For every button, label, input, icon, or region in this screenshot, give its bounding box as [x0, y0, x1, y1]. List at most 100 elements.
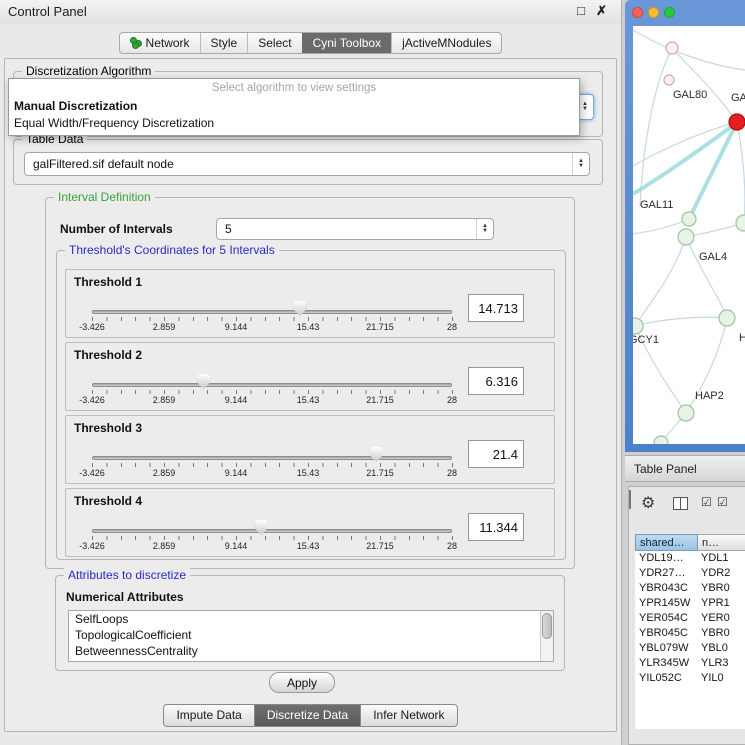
spinner-arrows-icon	[572, 153, 589, 175]
slider-track[interactable]	[92, 310, 452, 314]
table-row[interactable]: YPR145WYPR1	[635, 596, 745, 611]
network-edge[interactable]	[633, 30, 745, 70]
network-edge[interactable]	[686, 223, 744, 237]
table-data-combobox[interactable]: galFiltered.sif default node	[24, 152, 590, 176]
tab-select[interactable]: Select	[247, 33, 301, 53]
attribute-item-topologicalcoefficient[interactable]: TopologicalCoefficient	[69, 627, 553, 643]
close-window-icon[interactable]: ✗	[596, 3, 607, 19]
table-cell-name[interactable]: YER0	[698, 611, 745, 626]
table-row[interactable]: YER054CYER0	[635, 611, 745, 626]
table-cell-name[interactable]: YDR2	[698, 566, 745, 581]
tick-label: 28	[447, 541, 457, 551]
network-node[interactable]	[678, 405, 694, 421]
table-row[interactable]: YIL052CYIL0	[635, 671, 745, 686]
table-cell-shared-name[interactable]: YER054C	[635, 611, 698, 626]
table-cell-shared-name[interactable]: YDR27…	[635, 566, 698, 581]
network-edge[interactable]	[635, 237, 686, 326]
network-node[interactable]	[682, 212, 696, 226]
network-node-label: GA	[731, 92, 745, 104]
select-none-columns-icon[interactable]: ☑	[717, 495, 728, 509]
numerical-attributes-list[interactable]: SelfLoopsTopologicalCoefficientBetweenne…	[68, 610, 554, 662]
list-scrollbar[interactable]	[540, 611, 553, 661]
tab-discretize-data[interactable]: Discretize Data	[254, 704, 361, 727]
network-node[interactable]	[666, 42, 678, 54]
attribute-item-betweennesscentrality[interactable]: BetweennessCentrality	[69, 643, 553, 659]
column-header-shared-name[interactable]: shared…	[635, 534, 698, 551]
slider-tick-marks	[92, 317, 453, 321]
table-cell-shared-name[interactable]: YPR145W	[635, 596, 698, 611]
table-row[interactable]: YBR045CYBR0	[635, 626, 745, 641]
tab-impute-data[interactable]: Impute Data	[163, 704, 254, 727]
table-panel-header[interactable]: Table Panel	[625, 455, 745, 482]
table-row[interactable]: YBR043CYBR0	[635, 581, 745, 596]
tab-style[interactable]: Style	[200, 33, 248, 53]
threshold-value-field[interactable]: 21.4	[468, 440, 524, 468]
table-cell-shared-name[interactable]: YLR345W	[635, 656, 698, 671]
table-cell-name[interactable]: YIL0	[698, 671, 745, 686]
minimize-traffic-icon[interactable]	[648, 7, 659, 18]
network-node[interactable]	[678, 229, 694, 245]
network-node[interactable]	[664, 75, 674, 85]
table-row[interactable]: YDR27…YDR2	[635, 566, 745, 581]
table-row[interactable]: YBL079WYBL0	[635, 641, 745, 656]
attribute-items: SelfLoopsTopologicalCoefficientBetweenne…	[69, 611, 553, 659]
tab-infer-network[interactable]: Infer Network	[360, 704, 457, 727]
network-canvas[interactable]: GAL80GAGAL11GAL4GCY1HHAP2	[633, 26, 745, 444]
threshold-value-field[interactable]: 6.316	[468, 367, 524, 395]
network-edge[interactable]	[672, 48, 737, 122]
slider-track[interactable]	[92, 383, 452, 387]
network-edge[interactable]	[635, 317, 727, 326]
number-of-intervals-combobox[interactable]: 5	[216, 218, 494, 240]
tick-label: -3.426	[79, 322, 105, 332]
table-cell-shared-name[interactable]: YBL079W	[635, 641, 698, 656]
network-node[interactable]	[633, 318, 643, 334]
close-traffic-icon[interactable]	[632, 7, 643, 18]
number-of-intervals-label: Number of Intervals	[60, 222, 173, 236]
attribute-item-selfloops[interactable]: SelfLoops	[69, 611, 553, 627]
window-traffic-lights	[632, 7, 675, 18]
threshold-value-field[interactable]: 11.344	[468, 513, 524, 541]
table-cell-name[interactable]: YDL1	[698, 551, 745, 566]
dropdown-placeholder: Select algorithm to view settings	[9, 79, 579, 98]
tab-network[interactable]: Network	[120, 33, 200, 53]
table-cell-shared-name[interactable]: YIL052C	[635, 671, 698, 686]
dropdown-options: Manual DiscretizationEqual Width/Frequen…	[9, 98, 579, 132]
dropdown-option-manual-discretization[interactable]: Manual Discretization	[9, 98, 579, 115]
network-edge[interactable]	[686, 237, 727, 318]
table-row[interactable]: YDL19…YDL1	[635, 551, 745, 566]
network-node-selected[interactable]	[729, 114, 745, 130]
network-node[interactable]	[736, 215, 745, 231]
tab-cyni-toolbox[interactable]: Cyni Toolbox	[302, 33, 391, 53]
table-cell-shared-name[interactable]: YBR043C	[635, 581, 698, 596]
column-header-name[interactable]: n…	[698, 534, 745, 551]
table-cell-name[interactable]: YPR1	[698, 596, 745, 611]
table-cell-name[interactable]: YBR0	[698, 581, 745, 596]
table-cell-shared-name[interactable]: YDL19…	[635, 551, 698, 566]
apply-button[interactable]: Apply	[269, 672, 335, 693]
columns-icon[interactable]	[673, 497, 688, 510]
tick-label: 15.43	[297, 468, 320, 478]
gear-icon[interactable]: ⚙	[641, 493, 655, 513]
network-node[interactable]	[719, 310, 735, 326]
tab-jactivemnodules[interactable]: jActiveMNodules	[391, 33, 501, 53]
table-cell-name[interactable]: YLR3	[698, 656, 745, 671]
zoom-traffic-icon[interactable]	[664, 7, 675, 18]
table-cell-name[interactable]: YBR0	[698, 626, 745, 641]
tick-label: 28	[447, 322, 457, 332]
extra-toolbar-icon[interactable]	[629, 490, 631, 509]
table-row[interactable]: YLR345WYLR3	[635, 656, 745, 671]
slider-track[interactable]	[92, 529, 452, 533]
network-node[interactable]	[654, 436, 668, 444]
float-window-icon[interactable]: □	[577, 3, 585, 18]
scrollbar-thumb[interactable]	[542, 613, 552, 639]
table-cell-name[interactable]: YBL0	[698, 641, 745, 656]
threshold-panel-4: Threshold 4-3.4262.8599.14415.4321.71528…	[65, 488, 555, 557]
dropdown-option-equal-width-frequency-discretization[interactable]: Equal Width/Frequency Discretization	[9, 115, 579, 132]
slider-track[interactable]	[92, 456, 452, 460]
network-edge[interactable]	[640, 48, 672, 206]
threshold-value-field[interactable]: 14.713	[468, 294, 524, 322]
network-edge[interactable]	[737, 122, 745, 223]
select-all-columns-icon[interactable]: ☑	[701, 495, 712, 509]
slider-tick-labels: -3.4262.8599.14415.4321.71528	[92, 322, 452, 333]
table-cell-shared-name[interactable]: YBR045C	[635, 626, 698, 641]
